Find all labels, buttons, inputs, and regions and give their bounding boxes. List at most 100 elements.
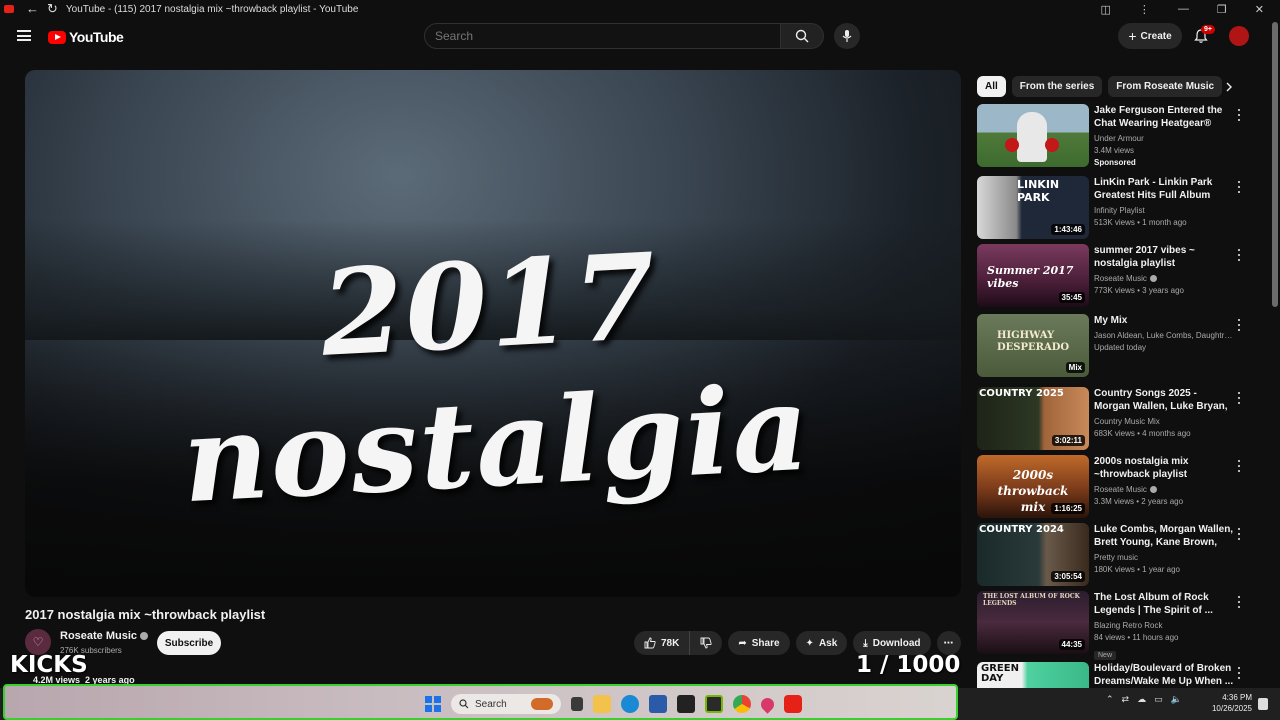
- search-button[interactable]: [781, 23, 824, 49]
- like-button[interactable]: 78K: [634, 631, 691, 655]
- rec-stats: 513K views • 1 month ago: [1094, 218, 1187, 227]
- sync-icon[interactable]: ⇄: [1122, 694, 1130, 705]
- video-thumbnail[interactable]: COUNTRY 2025 3:02:11: [977, 387, 1089, 450]
- rec-channel: Jason Aldean, Luke Combs, Daughtry, an..…: [1094, 331, 1234, 340]
- rec-title[interactable]: summer 2017 vibes ~ nostalgia playlist: [1094, 244, 1234, 270]
- plus-icon: +: [1128, 28, 1137, 44]
- channel-name-row[interactable]: Roseate Music: [60, 630, 149, 642]
- rec-channel: Country Music Mix: [1094, 417, 1160, 426]
- page-scrollbar[interactable]: [1272, 22, 1278, 307]
- more-vertical-icon[interactable]: [1235, 666, 1243, 680]
- recommendation-item[interactable]: THE LOST ALBUM OF ROCK LEGENDS 44:35 The…: [977, 591, 1249, 660]
- recommendation-item[interactable]: LINKIN PARK 1:43:46 LinKin Park - Linkin…: [977, 176, 1249, 240]
- search-input[interactable]: [424, 23, 781, 49]
- video-thumbnail[interactable]: 2000s throwback mix 1:16:25: [977, 455, 1089, 518]
- rec-title[interactable]: My Mix: [1094, 314, 1234, 327]
- video-thumbnail[interactable]: GREEN DAY: [977, 662, 1089, 688]
- rec-title[interactable]: Jake Ferguson Entered the Chat Wearing H…: [1094, 104, 1234, 130]
- dislike-button[interactable]: [690, 631, 723, 655]
- chip-from-roseate-music[interactable]: From Roseate Music: [1108, 76, 1223, 97]
- chevron-up-icon[interactable]: ⌃: [1106, 694, 1114, 705]
- create-label: Create: [1140, 30, 1172, 42]
- more-vertical-icon[interactable]: [1235, 318, 1243, 332]
- rec-title[interactable]: LinKin Park - Linkin Park Greatest Hits …: [1094, 176, 1234, 202]
- voice-search-button[interactable]: [834, 23, 860, 49]
- rec-channel: Roseate Music: [1094, 274, 1147, 283]
- store-icon[interactable]: [649, 695, 667, 713]
- volume-icon[interactable]: 🔈: [1171, 694, 1182, 705]
- recommendation-item[interactable]: COUNTRY 2024 3:05:54 Luke Combs, Morgan …: [977, 523, 1249, 587]
- edge-icon[interactable]: [621, 695, 639, 713]
- youtube-taskbar-icon[interactable]: [784, 695, 802, 713]
- extensions-icon[interactable]: ◫: [1101, 3, 1111, 16]
- youtube-logo[interactable]: YouTube: [48, 29, 124, 45]
- video-player[interactable]: 2017 nostalgia: [25, 70, 961, 597]
- menu-hamburger-icon[interactable]: [17, 30, 31, 41]
- chip-all[interactable]: All: [977, 76, 1006, 97]
- more-vertical-icon[interactable]: [1235, 459, 1243, 473]
- maps-pin-icon[interactable]: [758, 694, 777, 714]
- channel-name[interactable]: Roseate Music: [60, 630, 137, 642]
- recommendation-item[interactable]: Summer 2017 vibes 35:45 summer 2017 vibe…: [977, 244, 1249, 308]
- more-vertical-icon[interactable]: [1235, 595, 1243, 609]
- recommendation-item[interactable]: GREEN DAY Holiday/Boulevard of Broken Dre…: [977, 662, 1249, 688]
- epic-games-icon[interactable]: [677, 695, 695, 713]
- rec-title[interactable]: Holiday/Boulevard of Broken Dreams/Wake …: [1094, 662, 1234, 688]
- cloud-icon[interactable]: ☁: [1137, 694, 1146, 705]
- chip-from-the-series[interactable]: From the series: [1011, 76, 1103, 97]
- thumbs-down-icon: [700, 637, 712, 649]
- filter-chips: All From the series From Roseate Music: [977, 76, 1223, 97]
- task-view-icon[interactable]: [571, 697, 583, 711]
- more-vertical-icon[interactable]: [1235, 108, 1243, 122]
- share-button[interactable]: ➦ Share: [728, 631, 790, 655]
- recommendation-item[interactable]: COUNTRY 2025 3:02:11 Country Songs 2025 …: [977, 387, 1249, 451]
- thumbnail-figure: [1017, 112, 1047, 162]
- verified-icon: [1149, 275, 1157, 283]
- menu-icon[interactable]: ⋮: [1139, 3, 1150, 16]
- minimize-button[interactable]: —: [1178, 3, 1189, 15]
- rec-channel: Infinity Playlist: [1094, 206, 1145, 215]
- back-icon[interactable]: ←: [26, 0, 39, 18]
- create-button[interactable]: + Create: [1118, 23, 1182, 49]
- rec-title[interactable]: 2000s nostalgia mix ~throwback playlist: [1094, 455, 1234, 481]
- ask-button[interactable]: ✦ Ask: [795, 631, 848, 655]
- file-explorer-icon[interactable]: [593, 695, 611, 713]
- recommendation-item[interactable]: HIGHWAY DESPERADO Mix My Mix Jason Aldean…: [977, 314, 1249, 378]
- video-thumbnail[interactable]: HIGHWAY DESPERADO Mix: [977, 314, 1089, 377]
- video-duration: 1:43:46: [1051, 224, 1085, 235]
- video-thumbnail[interactable]: Summer 2017 vibes 35:45: [977, 244, 1089, 307]
- mix-badge: Mix: [1065, 362, 1085, 373]
- rec-title[interactable]: The Lost Album of Rock Legends | The Spi…: [1094, 591, 1234, 617]
- rec-title[interactable]: Country Songs 2025 - Morgan Wallen, Luke…: [1094, 387, 1234, 413]
- more-vertical-icon[interactable]: [1235, 391, 1243, 405]
- recommendation-item[interactable]: Jake Ferguson Entered the Chat Wearing H…: [977, 104, 1249, 168]
- notification-center-icon[interactable]: [1258, 698, 1268, 710]
- recommendation-item[interactable]: 2000s throwback mix 1:16:25 2000s nostalg…: [977, 455, 1249, 519]
- video-thumbnail[interactable]: THE LOST ALBUM OF ROCK LEGENDS 44:35: [977, 591, 1089, 654]
- windows-start-icon[interactable]: [425, 696, 441, 712]
- subscribe-button[interactable]: Subscribe: [157, 631, 221, 655]
- chrome-icon[interactable]: [733, 695, 751, 713]
- more-vertical-icon[interactable]: [1235, 527, 1243, 541]
- account-avatar[interactable]: [1229, 26, 1249, 46]
- taskbar-apps: Search: [425, 694, 802, 714]
- restore-button[interactable]: ❐: [1217, 3, 1227, 16]
- reload-icon[interactable]: ↻: [47, 0, 58, 18]
- rec-stats: 84 views • 11 hours ago: [1094, 633, 1179, 642]
- verified-icon: [1149, 486, 1157, 494]
- rec-title[interactable]: Luke Combs, Morgan Wallen, Brett Young, …: [1094, 523, 1234, 549]
- video-thumbnail[interactable]: LINKIN PARK 1:43:46: [977, 176, 1089, 239]
- more-vertical-icon[interactable]: [1235, 248, 1243, 262]
- video-thumbnail[interactable]: COUNTRY 2024 3:05:54: [977, 523, 1089, 586]
- nvidia-icon[interactable]: [705, 695, 723, 713]
- rec-channel: Under Armour: [1094, 134, 1144, 143]
- more-vertical-icon[interactable]: [1235, 180, 1243, 194]
- chevron-right-icon[interactable]: [1222, 80, 1236, 94]
- close-button[interactable]: ✕: [1255, 3, 1264, 16]
- taskbar-clock[interactable]: 4:36 PM 10/26/2025: [1208, 692, 1252, 714]
- taskbar-search[interactable]: Search: [451, 694, 561, 714]
- masthead: YouTube + Create 9+: [0, 18, 1280, 56]
- monitor-icon[interactable]: ▭: [1154, 694, 1163, 705]
- rec-stats: 180K views • 1 year ago: [1094, 565, 1180, 574]
- video-thumbnail[interactable]: [977, 104, 1089, 167]
